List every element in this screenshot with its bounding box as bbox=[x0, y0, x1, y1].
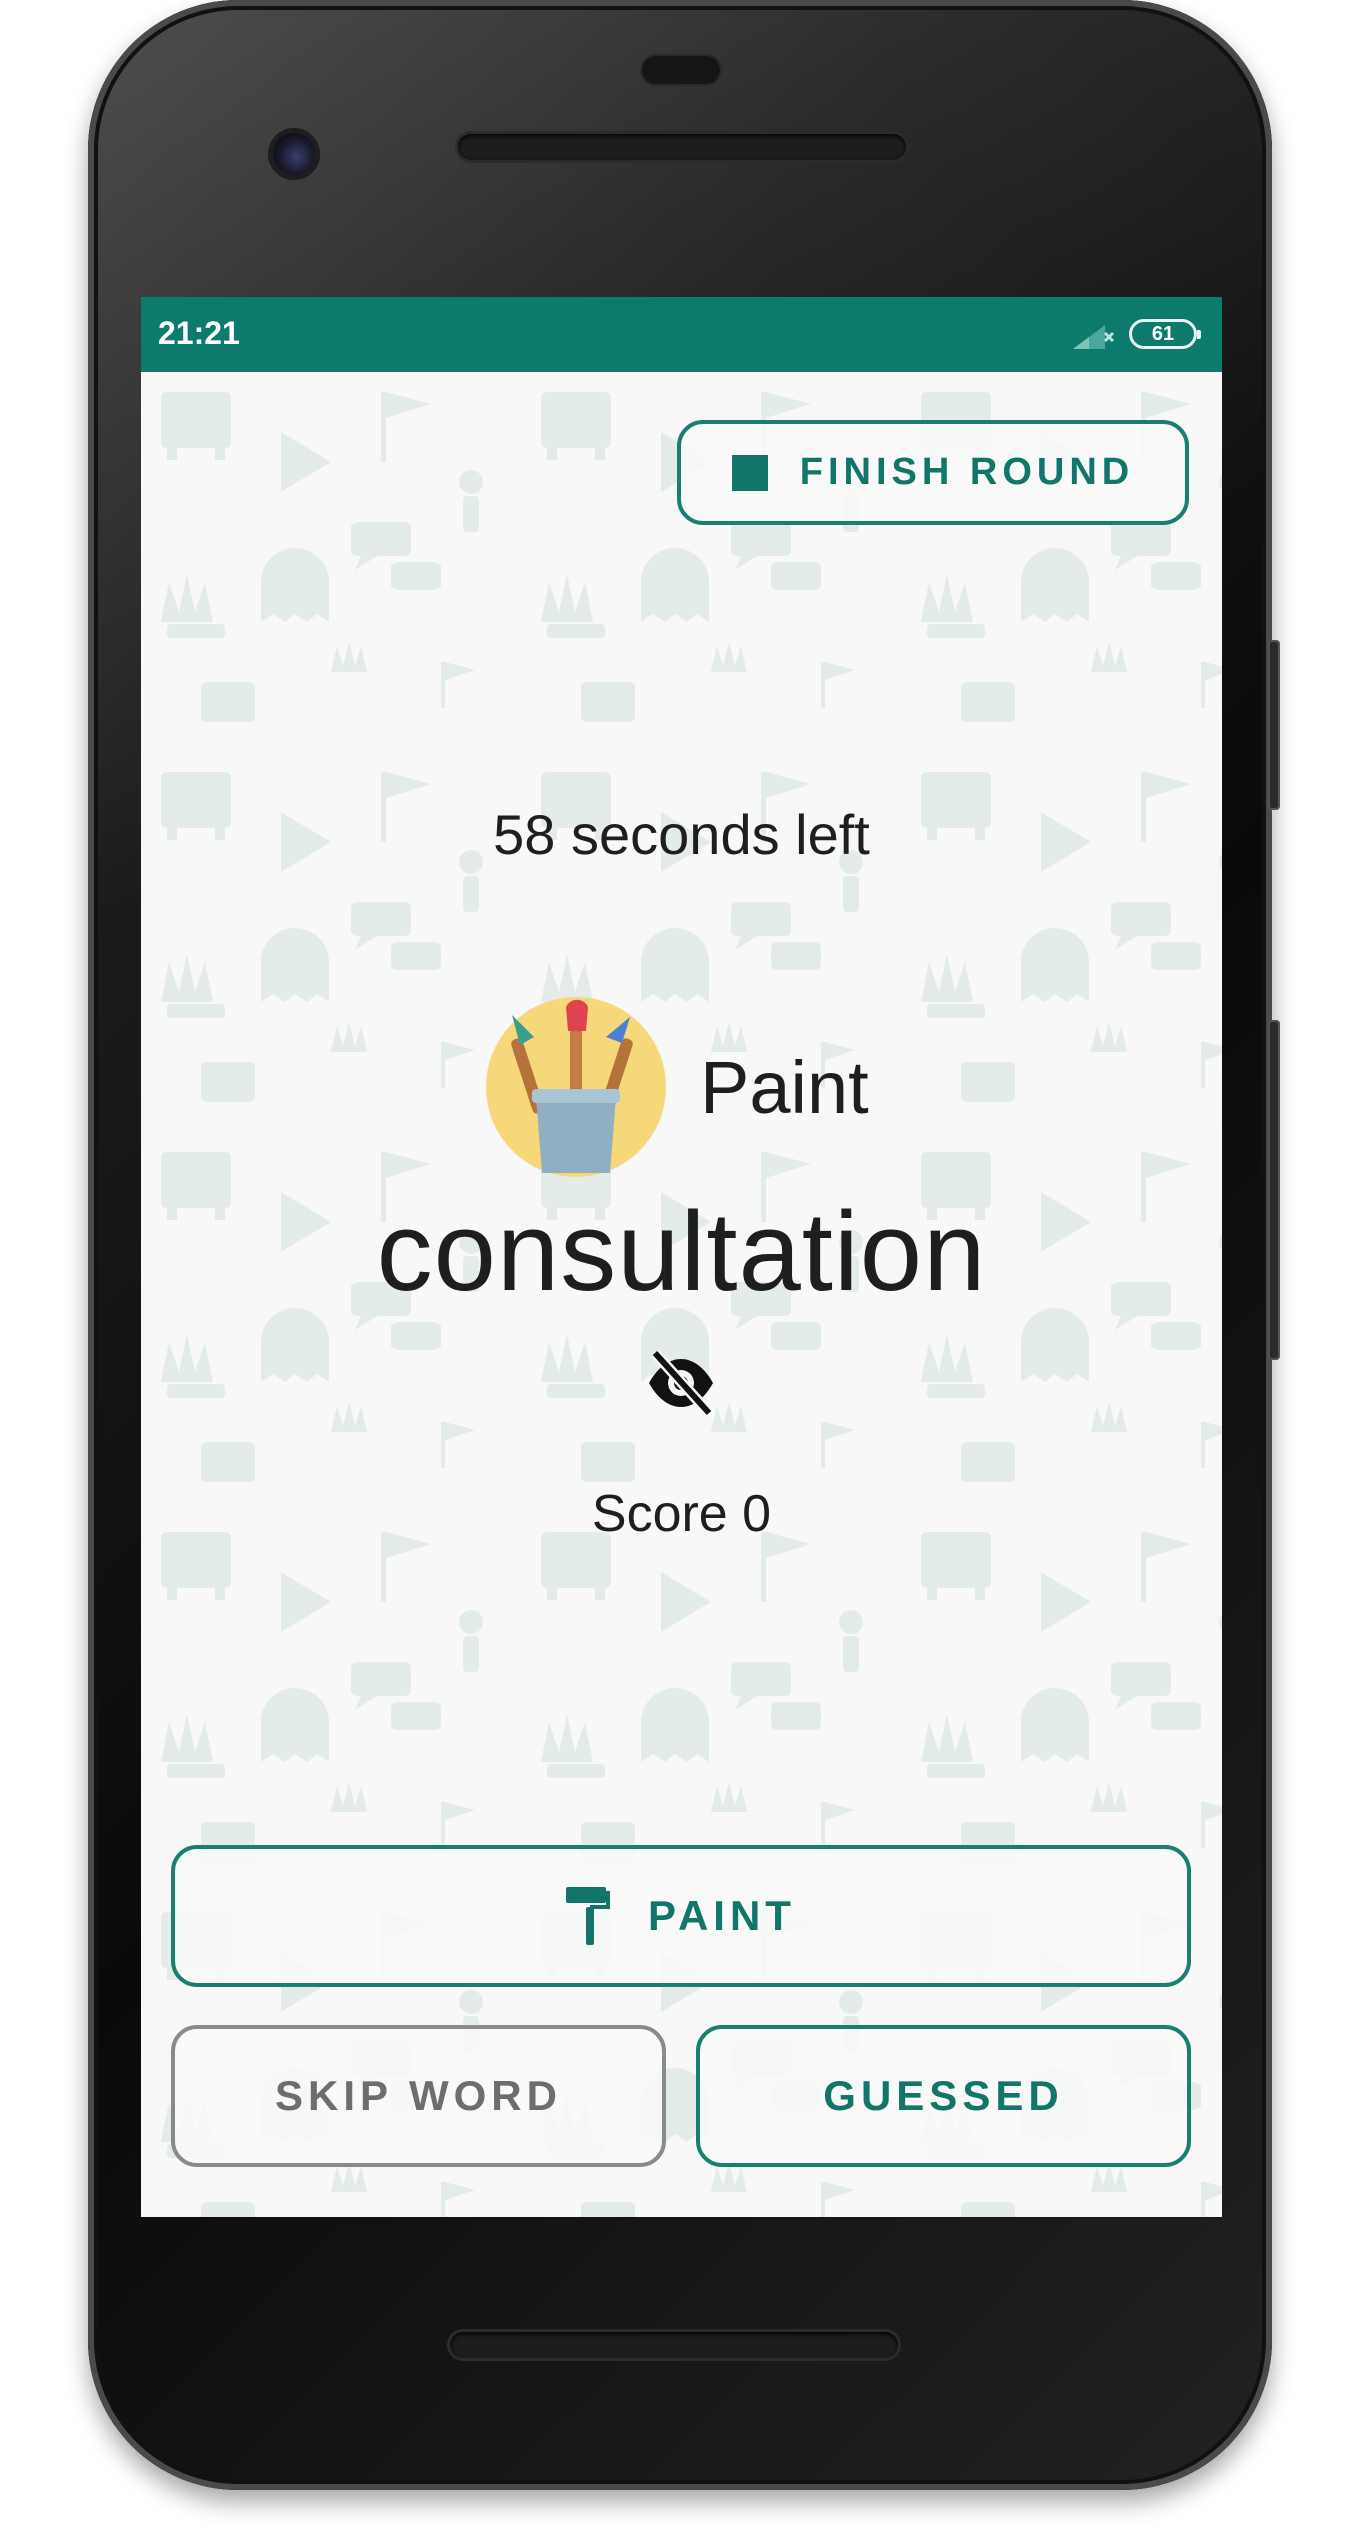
category-row: Paint bbox=[486, 997, 869, 1177]
skip-word-label: SKIP WORD bbox=[275, 2072, 562, 2119]
signal-icon bbox=[1073, 325, 1115, 349]
volume-button bbox=[1268, 1020, 1280, 1360]
paint-roller-icon bbox=[566, 1887, 611, 1945]
device-frame-stage: 21:21 61 FINISH ROUND 58 seconds left Pa… bbox=[0, 0, 1370, 2534]
proximity-sensor bbox=[642, 56, 720, 84]
front-camera bbox=[268, 128, 320, 180]
category-label: Paint bbox=[700, 1045, 869, 1129]
guessed-button[interactable]: GUESSED bbox=[696, 2025, 1191, 2167]
paint-mode-label: PAINT bbox=[648, 1892, 796, 1939]
guessed-label: GUESSED bbox=[823, 2072, 1064, 2119]
eye-off-icon[interactable] bbox=[645, 1347, 717, 1419]
battery-icon: 61 bbox=[1129, 319, 1201, 349]
paint-brushes-cup-icon bbox=[486, 997, 666, 1177]
app-screen: 21:21 61 FINISH ROUND 58 seconds left Pa… bbox=[141, 297, 1222, 2217]
word-to-guess: consultation bbox=[376, 1189, 987, 1314]
status-time: 21:21 bbox=[158, 315, 240, 351]
score-text: Score 0 bbox=[591, 1485, 772, 1543]
paint-mode-button[interactable]: PAINT bbox=[171, 1845, 1191, 1987]
status-bar: 21:21 61 bbox=[141, 297, 1222, 372]
finish-round-label: FINISH ROUND bbox=[799, 451, 1135, 493]
timer-text: 58 seconds left bbox=[493, 803, 870, 866]
earpiece-speaker bbox=[458, 134, 906, 160]
finish-round-button[interactable]: FINISH ROUND bbox=[677, 420, 1189, 525]
skip-word-button[interactable]: SKIP WORD bbox=[171, 2025, 666, 2167]
stop-icon bbox=[731, 454, 768, 491]
power-button bbox=[1268, 640, 1280, 810]
bottom-speaker bbox=[450, 2332, 898, 2358]
